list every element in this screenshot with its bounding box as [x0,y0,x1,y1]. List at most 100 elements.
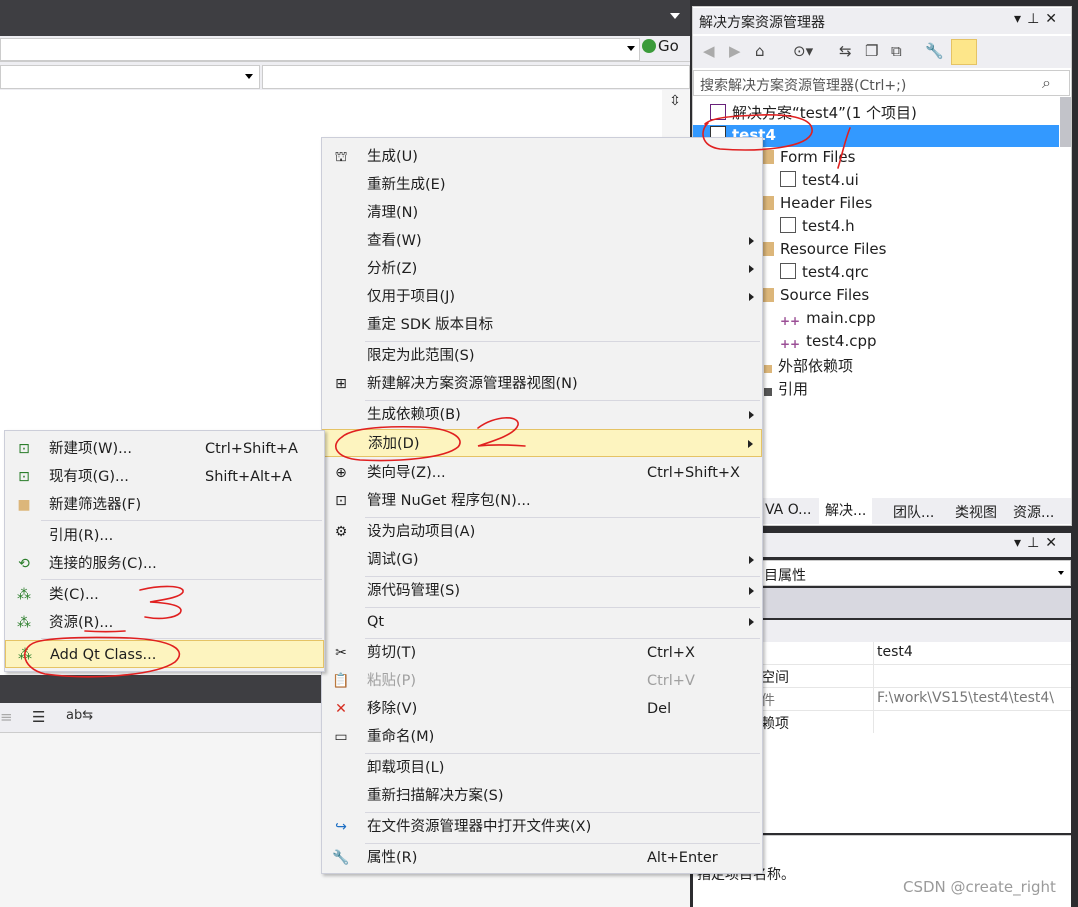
tree-item-file[interactable]: ++ test4.cpp [780,332,877,354]
open-folder-arrow-icon: ↪ [335,819,347,835]
align-icon[interactable]: ≡ [0,708,13,726]
menu-item-analyze[interactable]: 分析(Z) [322,255,762,283]
clear-all-icon[interactable]: ☰ [32,708,45,726]
dropdown-icon[interactable]: ▾ [1014,535,1027,551]
go-button[interactable]: Go [642,37,679,55]
menu-item-project-only[interactable]: 仅用于项目(J) [322,283,762,311]
tree-item-file[interactable]: test4.h [780,217,855,239]
tree-item-folder[interactable]: Resource Files [760,240,886,262]
go-icon [642,39,656,53]
menu-item-class[interactable]: ⁂ 类(C)... [5,581,324,609]
gear-icon: ⚙ [334,524,348,540]
tree-item-dependencies[interactable]: 外部依赖项 [764,355,853,377]
submenu-arrow-icon [749,587,754,595]
menu-item-build[interactable]: ⛫ 生成(U) [322,143,762,171]
menu-item-rescan[interactable]: 重新扫描解决方案(S) [322,782,762,810]
menu-item-cut[interactable]: ✂ 剪切(T) Ctrl+X [322,639,762,667]
header-file-icon [780,217,796,233]
back-icon[interactable]: ◀ [703,42,715,60]
menu-item-new-item[interactable]: ⊡ 新建项(W)... Ctrl+Shift+A [5,435,324,463]
menu-item-remove[interactable]: ✕ 移除(V) Del [322,695,762,723]
word-wrap-icon[interactable]: ab⇆ [66,708,93,723]
document-tab-bar [0,0,690,36]
tab-class-view[interactable]: 类视图 [955,502,997,522]
menu-item-source-control[interactable]: 源代码管理(S) [322,577,762,605]
new-item-icon: ⊡ [18,441,30,457]
tree-item-file[interactable]: ++ main.cpp [780,309,876,331]
menu-item-clean[interactable]: 清理(N) [322,199,762,227]
menu-item-build-dependencies[interactable]: 生成依赖项(B) [322,401,762,429]
menu-item-unload[interactable]: 卸载项目(L) [322,754,762,782]
history-icon[interactable]: ⊙▾ [793,42,813,60]
submenu-arrow-icon [749,411,754,419]
preview-icon[interactable] [951,39,977,65]
menu-item-add[interactable]: 添加(D) [322,429,762,457]
tab-resource-view[interactable]: 资源... [1013,502,1054,522]
menu-item-reference[interactable]: 引用(R)... [5,522,324,550]
chevron-down-icon[interactable] [670,13,680,19]
menu-item-new-se-view[interactable]: ⊞ 新建解决方案资源管理器视图(N) [322,370,762,398]
scissors-icon: ✂ [335,645,347,661]
class-icon: ⁂ [17,587,31,603]
solution-explorer-title: 解决方案资源管理器 ▾⊥✕ [693,8,1071,34]
menu-item-class-wizard[interactable]: ⊕ 类向导(Z)... Ctrl+Shift+X [322,459,762,487]
sync-icon[interactable]: ⇆ [839,42,852,60]
submenu-arrow-icon [749,293,754,301]
cpp-file-icon: ++ [780,337,801,351]
menu-item-qt[interactable]: Qt [322,608,762,636]
new-filter-icon: ■ [17,497,31,513]
dropdown-icon[interactable]: ▾ [1014,11,1027,27]
pin-icon[interactable]: ⊥ [1027,535,1045,551]
tree-item-file[interactable]: test4.qrc [780,263,869,285]
menu-item-scope-to-this[interactable]: 限定为此范围(S) [322,342,762,370]
home-icon[interactable]: ⌂ [755,42,765,60]
tree-item-file[interactable]: test4.ui [780,171,859,193]
menu-item-view[interactable]: 查看(W) [322,227,762,255]
submenu-arrow-icon [749,265,754,273]
tree-scrollbar[interactable] [1060,97,1071,147]
tab-va-outline[interactable]: VA O... [765,502,812,518]
navigation-combo[interactable] [0,38,640,61]
show-all-files-icon[interactable]: ⧉ [891,42,902,60]
menu-item-resource[interactable]: ⁂ 资源(R)... [5,609,324,637]
chevron-down-icon [627,46,635,51]
file-icon [780,171,796,187]
menu-item-nuget[interactable]: ⊡ 管理 NuGet 程序包(N)... [322,487,762,515]
menu-item-properties[interactable]: 🔧 属性(R) Alt+Enter [322,844,762,872]
tree-item-folder[interactable]: Header Files [760,194,872,216]
menu-item-debug[interactable]: 调试(G) [322,546,762,574]
tree-item-solution[interactable]: 解决方案“test4”(1 个项目) [710,102,917,124]
close-icon[interactable]: ✕ [1045,535,1063,551]
chevron-down-icon [245,74,253,79]
project-context-menu: ⛫ 生成(U) 重新生成(E) 清理(N) 查看(W) 分析(Z) 仅用于项目(J… [321,137,763,874]
tree-item-folder[interactable]: Source Files [760,286,869,308]
split-icon[interactable]: ⇳ [666,93,684,109]
menu-item-set-startup[interactable]: ⚙ 设为启动项目(A) [322,518,762,546]
menu-item-retarget-sdk[interactable]: 重定 SDK 版本目标 [322,311,762,339]
menu-item-connected-service[interactable]: ⟲ 连接的服务(C)... [5,550,324,578]
menu-item-paste[interactable]: 📋 粘贴(P) Ctrl+V [322,667,762,695]
menu-item-rename[interactable]: ▭ 重命名(M) [322,723,762,751]
solution-explorer-search[interactable]: 搜索解决方案资源管理器(Ctrl+;) ⌕ [693,70,1070,96]
add-submenu: ⊡ 新建项(W)... Ctrl+Shift+A ⊡ 现有项(G)... Shift+A… [4,430,325,672]
menu-item-add-qt-class[interactable]: ⁂ Add Qt Class... [5,640,324,668]
tree-item-folder[interactable]: Form Files [760,148,855,170]
search-icon[interactable]: ⌕ [1042,73,1051,93]
member-combo[interactable] [262,65,690,89]
type-combo[interactable] [0,65,260,89]
close-icon[interactable]: ✕ [1045,11,1063,27]
menu-item-open-folder[interactable]: ↪ 在文件资源管理器中打开文件夹(X) [322,813,762,841]
qt-class-icon: ⁂ [18,647,32,663]
menu-item-rebuild[interactable]: 重新生成(E) [322,171,762,199]
menu-item-existing-item[interactable]: ⊡ 现有项(G)... Shift+Alt+A [5,463,324,491]
tree-item-references[interactable]: 引用 [764,378,808,400]
tab-team-explorer[interactable]: 团队... [893,502,934,522]
pin-icon[interactable]: ⊥ [1027,11,1045,27]
menu-item-new-filter[interactable]: ■ 新建筛选器(F) [5,491,324,519]
forward-icon[interactable]: ▶ [729,42,741,60]
submenu-arrow-icon [749,237,754,245]
chevron-down-icon [1058,571,1064,575]
collapse-all-icon[interactable]: ❐ [865,42,878,60]
wrench-icon[interactable]: 🔧 [925,42,944,60]
tab-solution-explorer[interactable]: 解决... [819,498,873,524]
